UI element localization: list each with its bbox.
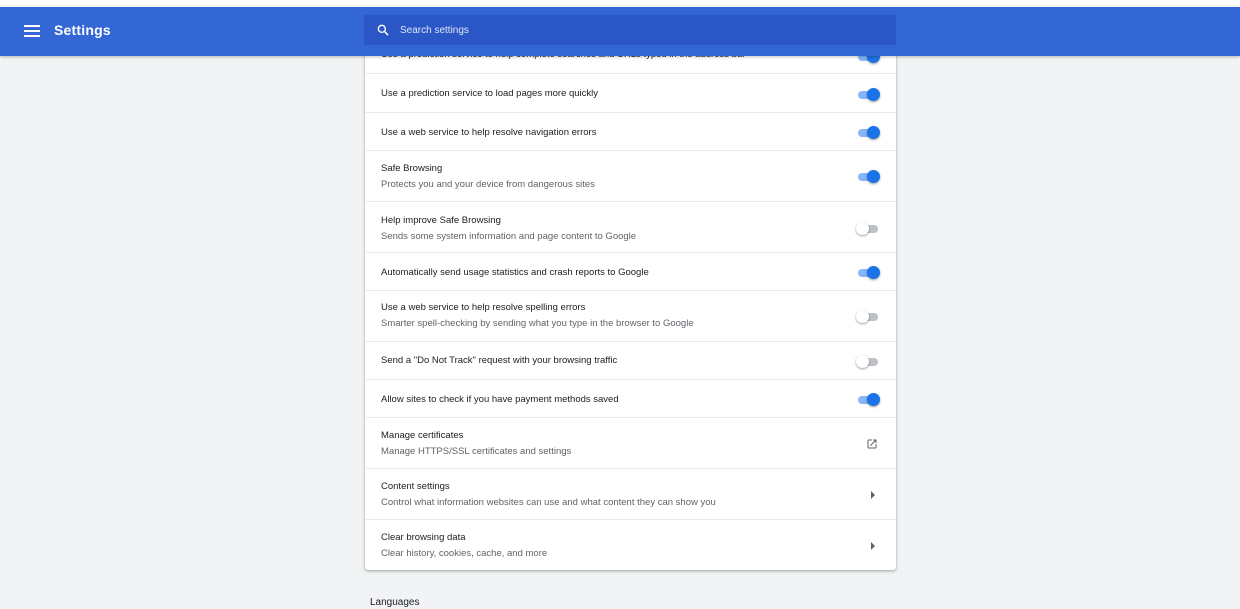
open-in-new-icon[interactable]: [866, 438, 878, 450]
setting-subtitle: Sends some system information and page c…: [381, 231, 637, 242]
setting-title: Manage certificates: [381, 430, 464, 441]
setting-row[interactable]: Allow sites to check if you have payment…: [365, 379, 896, 417]
search-input[interactable]: [400, 24, 880, 36]
setting-title: Content settings: [381, 481, 450, 492]
clear-browsing-data-row[interactable]: Clear browsing data Clear history, cooki…: [365, 519, 896, 570]
setting-title: Automatically send usage statistics and …: [381, 267, 649, 278]
arrow-right-icon[interactable]: [870, 542, 876, 550]
safe-browsing-toggle[interactable]: [856, 170, 880, 183]
setting-subtitle: Protects you and your device from danger…: [381, 179, 595, 190]
setting-title: Use a web service to help resolve spelli…: [381, 302, 586, 313]
settings-toolbar: Settings: [0, 7, 1240, 56]
page-title: Settings: [54, 22, 111, 38]
spelling-errors-toggle[interactable]: [856, 310, 880, 323]
manage-certificates-row[interactable]: Manage certificates Manage HTTPS/SSL cer…: [365, 417, 896, 468]
setting-subtitle: Manage HTTPS/SSL certificates and settin…: [381, 446, 572, 457]
setting-subtitle: Smarter spell-checking by sending what y…: [381, 318, 694, 329]
window-top-strip: [0, 0, 1240, 7]
arrow-right-icon[interactable]: [870, 491, 876, 499]
setting-row[interactable]: Send a "Do Not Track" request with your …: [365, 341, 896, 379]
setting-title: Allow sites to check if you have payment…: [381, 394, 619, 405]
do-not-track-toggle[interactable]: [856, 355, 880, 368]
setting-title: Safe Browsing: [381, 163, 443, 174]
usage-statistics-toggle[interactable]: [856, 266, 880, 279]
menu-icon[interactable]: [22, 22, 46, 42]
setting-title: Clear browsing data: [381, 532, 466, 543]
setting-subtitle: Clear history, cookies, cache, and more: [381, 548, 548, 559]
search-icon: [377, 24, 389, 36]
setting-row[interactable]: Help improve Safe Browsing Sends some sy…: [365, 201, 896, 252]
languages-section-heading: Languages: [370, 597, 420, 608]
search-box[interactable]: [364, 15, 896, 45]
content-settings-row[interactable]: Content settings Control what informatio…: [365, 468, 896, 519]
setting-row[interactable]: Use a web service to help resolve naviga…: [365, 112, 896, 150]
payment-methods-toggle[interactable]: [856, 393, 880, 406]
privacy-settings-card: Use a prediction service to help complet…: [365, 40, 896, 570]
setting-title: Use a prediction service to load pages m…: [381, 88, 599, 99]
setting-row[interactable]: Automatically send usage statistics and …: [365, 252, 896, 290]
setting-title: Use a web service to help resolve naviga…: [381, 127, 597, 138]
page-prediction-toggle[interactable]: [856, 88, 880, 101]
setting-subtitle: Control what information websites can us…: [381, 497, 716, 508]
navigation-errors-toggle[interactable]: [856, 126, 880, 139]
setting-title: Send a "Do Not Track" request with your …: [381, 355, 618, 366]
setting-row[interactable]: Use a prediction service to load pages m…: [365, 73, 896, 111]
improve-safe-browsing-toggle[interactable]: [856, 222, 880, 235]
setting-title: Help improve Safe Browsing: [381, 215, 501, 226]
setting-row[interactable]: Safe Browsing Protects you and your devi…: [365, 150, 896, 201]
setting-row[interactable]: Use a web service to help resolve spelli…: [365, 290, 896, 341]
